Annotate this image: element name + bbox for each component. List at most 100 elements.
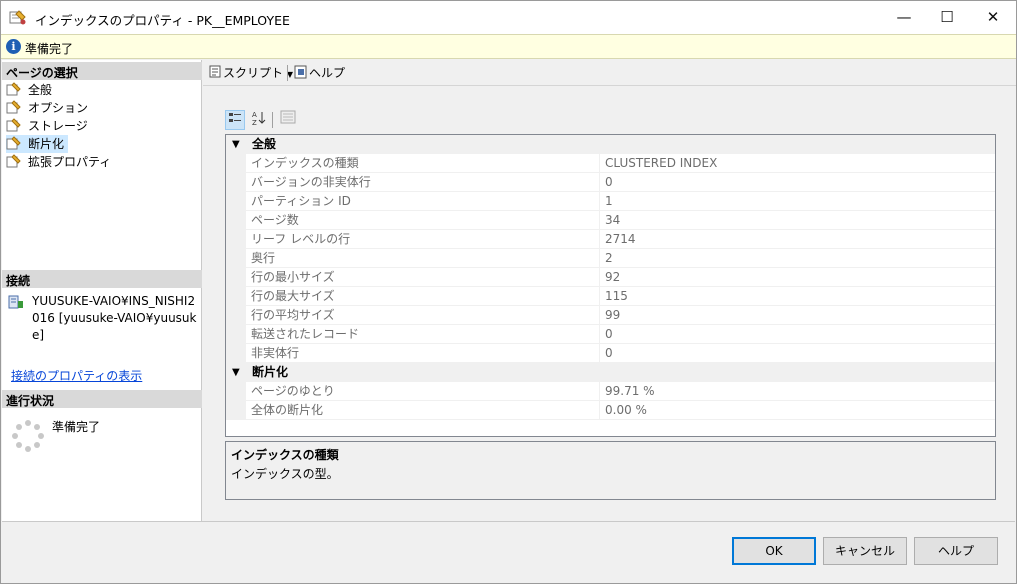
property-name: ページのゆとり — [246, 382, 600, 401]
property-value: 99.71 % — [600, 382, 995, 401]
window-title: インデックスのプロパティ - PK__EMPLOYEE — [35, 13, 290, 28]
button-bar: OK キャンセル ヘルプ — [2, 521, 1015, 583]
category-fragmentation[interactable]: ▼ 断片化 — [226, 363, 995, 382]
alphabetical-view-button[interactable]: AZ — [249, 110, 269, 130]
property-row[interactable]: 行の平均サイズ 99 — [226, 306, 995, 325]
property-name: 行の平均サイズ — [246, 306, 600, 325]
description-text: インデックスの型。 — [231, 467, 339, 481]
info-icon: i — [6, 39, 21, 54]
ok-button[interactable]: OK — [732, 537, 816, 565]
progress-text: 準備完了 — [52, 420, 101, 434]
title-bar: インデックスのプロパティ - PK__EMPLOYEE — ☐ ✕ — [1, 1, 1016, 34]
svg-text:A: A — [252, 111, 257, 119]
property-value: 2 — [600, 249, 995, 268]
help-label: ヘルプ — [309, 66, 346, 80]
left-pane: ページの選択 全般 オプション ストレージ 断片化 拡張プロパティ 接続 YUU… — [2, 60, 202, 521]
categorized-view-button[interactable] — [225, 110, 245, 130]
page-icon — [6, 82, 21, 96]
property-row[interactable]: バージョンの非実体行 0 — [226, 173, 995, 192]
page-item-label: 断片化 — [28, 137, 65, 151]
status-bar: i 準備完了 — [1, 34, 1016, 59]
property-pages-button[interactable] — [278, 110, 298, 130]
page-icon — [6, 154, 21, 168]
page-icon — [6, 136, 21, 150]
property-value: 99 — [600, 306, 995, 325]
property-value: 1 — [600, 192, 995, 211]
help-button[interactable]: ヘルプ — [914, 537, 998, 565]
page-icon — [6, 100, 21, 114]
connection-properties-link[interactable]: 接続のプロパティの表示 — [11, 367, 142, 384]
category-label: 全般 — [252, 137, 277, 151]
property-value: 92 — [600, 268, 995, 287]
page-item-label: 全般 — [28, 83, 53, 97]
property-row[interactable]: インデックスの種類 CLUSTERED INDEX — [226, 154, 995, 173]
svg-text:Z: Z — [252, 119, 257, 126]
property-row[interactable]: リーフ レベルの行 2714 — [226, 230, 995, 249]
sort-az-icon: AZ — [252, 111, 266, 127]
grid-toolbar-separator — [272, 112, 273, 128]
property-row[interactable]: 奥行 2 — [226, 249, 995, 268]
page-item-fragmentation[interactable]: 断片化 — [6, 135, 69, 153]
property-value: 0.00 % — [600, 401, 995, 420]
right-pane: スクリプト ▼ ヘルプ AZ ▼ 全般 インデックスの種類 CLUSTERED … — [203, 60, 1016, 521]
property-name: 行の最小サイズ — [246, 268, 600, 287]
property-name: パーティション ID — [246, 192, 600, 211]
page-item-options[interactable]: オプション — [6, 99, 88, 117]
category-general[interactable]: ▼ 全般 — [226, 135, 995, 154]
status-text: 準備完了 — [25, 42, 74, 56]
toolbar-separator — [287, 65, 288, 81]
property-value: CLUSTERED INDEX — [600, 154, 995, 173]
page-icon — [6, 118, 21, 132]
property-row[interactable]: 転送されたレコード 0 — [226, 325, 995, 344]
category-label: 断片化 — [252, 365, 289, 379]
connection-server: YUUSUKE-VAIO¥INS_NISHI2016 [yuusuke-VAIO… — [32, 294, 197, 342]
property-row[interactable]: パーティション ID 1 — [226, 192, 995, 211]
property-name: 非実体行 — [246, 344, 600, 363]
property-pages-icon — [280, 110, 296, 124]
minimize-button[interactable]: — — [881, 1, 927, 34]
description-title: インデックスの種類 — [231, 448, 339, 462]
maximize-button[interactable]: ☐ — [924, 1, 970, 34]
property-name: バージョンの非実体行 — [246, 173, 600, 192]
page-item-storage[interactable]: ストレージ — [6, 117, 88, 135]
script-icon — [209, 65, 221, 78]
property-value: 115 — [600, 287, 995, 306]
script-label: スクリプト — [223, 66, 284, 80]
progress-header: 進行状況 — [2, 390, 202, 408]
help-icon — [294, 65, 307, 79]
script-button[interactable]: スクリプト ▼ — [207, 64, 293, 82]
property-name: 奥行 — [246, 249, 600, 268]
chevron-down-icon[interactable]: ▼ — [232, 135, 244, 154]
property-value: 2714 — [600, 230, 995, 249]
property-row[interactable]: ページのゆとり 99.71 % — [226, 382, 995, 401]
page-item-label: ストレージ — [28, 119, 88, 133]
property-name: 行の最大サイズ — [246, 287, 600, 306]
property-name: ページ数 — [246, 211, 600, 230]
page-item-label: オプション — [28, 101, 89, 115]
index-properties-icon — [9, 10, 26, 25]
cancel-button[interactable]: キャンセル — [823, 537, 907, 565]
property-name: リーフ レベルの行 — [246, 230, 600, 249]
chevron-down-icon[interactable]: ▼ — [232, 363, 244, 382]
property-grid: ▼ 全般 インデックスの種類 CLUSTERED INDEX バージョンの非実体行… — [225, 134, 996, 437]
property-row[interactable]: 行の最大サイズ 115 — [226, 287, 995, 306]
property-name: インデックスの種類 — [246, 154, 600, 173]
toolbar: スクリプト ▼ ヘルプ — [203, 60, 1016, 86]
property-name: 全体の断片化 — [246, 401, 600, 420]
property-row[interactable]: 非実体行 0 — [226, 344, 995, 363]
page-item-general[interactable]: 全般 — [6, 81, 52, 99]
categorized-icon — [229, 113, 241, 122]
property-row[interactable]: ページ数 34 — [226, 211, 995, 230]
page-select-header: ページの選択 — [2, 62, 202, 80]
server-icon — [8, 295, 23, 309]
property-value: 0 — [600, 344, 995, 363]
property-value: 0 — [600, 173, 995, 192]
close-button[interactable]: ✕ — [970, 1, 1016, 34]
property-row[interactable]: 全体の断片化 0.00 % — [226, 401, 995, 420]
help-toolbar-button[interactable]: ヘルプ — [293, 64, 345, 82]
page-item-extended-properties[interactable]: 拡張プロパティ — [6, 153, 111, 171]
description-panel: インデックスの種類 インデックスの型。 — [225, 441, 996, 500]
properties-dialog: インデックスのプロパティ - PK__EMPLOYEE — ☐ ✕ i 準備完了… — [0, 0, 1017, 584]
connection-header: 接続 — [2, 270, 202, 288]
property-row[interactable]: 行の最小サイズ 92 — [226, 268, 995, 287]
